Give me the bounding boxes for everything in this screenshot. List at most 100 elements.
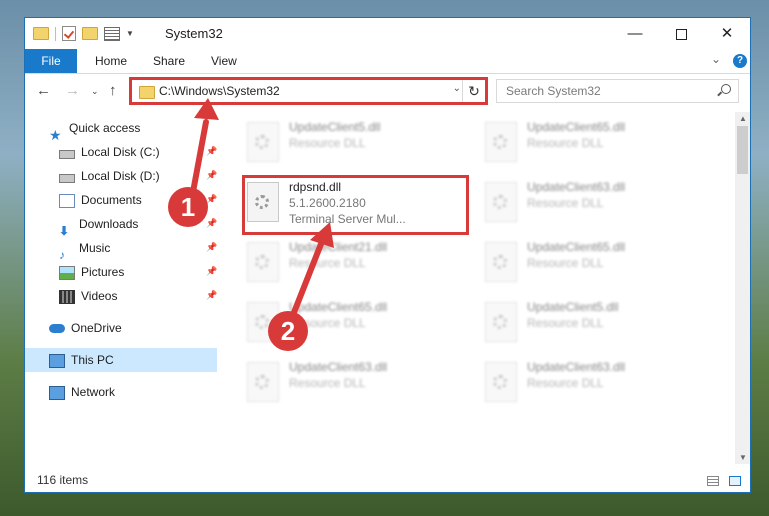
file-name: UpdateClient5.dll xyxy=(527,300,619,314)
forward-button[interactable]: → xyxy=(65,82,80,99)
dll-file-icon xyxy=(485,242,517,282)
onedrive-icon xyxy=(49,324,65,334)
drive-icon xyxy=(59,149,75,159)
item-count: 116 items xyxy=(37,473,89,487)
sidebar-item-label: Local Disk (D:) xyxy=(81,169,160,183)
dll-file-icon xyxy=(485,362,517,402)
file-highlight-box xyxy=(242,175,469,235)
sidebar-item-this-pc[interactable]: This PC xyxy=(25,348,217,372)
back-button[interactable]: ← xyxy=(36,82,51,99)
details-view-icon[interactable] xyxy=(707,476,719,486)
file-name: UpdateClient63.dll xyxy=(289,360,388,374)
dll-file-icon xyxy=(247,242,279,282)
sidebar-item-videos[interactable]: Videos xyxy=(59,284,117,308)
pin-icon[interactable]: 📌 xyxy=(206,266,217,277)
scroll-up-icon[interactable]: ▲ xyxy=(739,114,747,123)
up-button[interactable]: ↑ xyxy=(109,82,117,99)
sidebar-item-music[interactable]: ♪ Music xyxy=(59,236,111,262)
scroll-thumb[interactable] xyxy=(737,126,748,174)
file-type: Resource DLL xyxy=(289,256,366,270)
status-bar: 116 items xyxy=(25,470,750,492)
tiles-view-icon[interactable] xyxy=(729,476,741,486)
file-tile[interactable]: UpdateClient65.dll Resource DLL xyxy=(481,116,711,172)
file-tile[interactable]: UpdateClient63.dll Resource DLL xyxy=(481,176,711,232)
new-folder-icon[interactable] xyxy=(82,27,98,40)
music-icon: ♪ xyxy=(59,247,65,262)
properties-checkmark-icon[interactable] xyxy=(62,26,76,41)
file-type: Resource DLL xyxy=(527,376,604,390)
file-type: Resource DLL xyxy=(527,196,604,210)
customize-toolbar-icon[interactable] xyxy=(104,26,120,41)
file-tile[interactable]: UpdateClient5.dll Resource DLL xyxy=(243,116,473,172)
sidebar-item-label: This PC xyxy=(71,353,114,367)
sidebar-item-documents[interactable]: Documents xyxy=(59,188,142,212)
search-input[interactable]: Search System32 xyxy=(496,79,739,103)
file-tile[interactable]: UpdateClient63.dll Resource DLL xyxy=(243,356,473,412)
sidebar-item-local-disk-c[interactable]: Local Disk (C:) xyxy=(59,140,160,164)
minimize-button[interactable]: — xyxy=(612,18,658,49)
file-list: UpdateClient5.dll Resource DLL UpdateCli… xyxy=(223,112,735,462)
address-highlight-box xyxy=(129,77,488,105)
pin-icon[interactable]: 📌 xyxy=(206,242,217,253)
folder-icon xyxy=(33,27,49,40)
file-type: Resource DLL xyxy=(289,136,366,150)
sidebar-item-pictures[interactable]: Pictures xyxy=(59,260,124,284)
tab-share[interactable]: Share xyxy=(153,49,185,73)
sidebar-item-downloads[interactable]: ⬇ Downloads xyxy=(59,212,139,238)
file-name: UpdateClient63.dll xyxy=(527,360,626,374)
sidebar-item-label: Videos xyxy=(81,289,118,303)
tab-view[interactable]: View xyxy=(211,49,237,73)
sidebar-item-label: Quick access xyxy=(69,121,141,135)
close-button[interactable]: ✕ xyxy=(704,18,750,49)
sidebar-item-label: Network xyxy=(71,385,116,399)
pin-icon[interactable]: 📌 xyxy=(206,290,217,301)
sidebar-item-label: Music xyxy=(79,241,111,255)
file-tile[interactable]: UpdateClient65.dll Resource DLL xyxy=(481,236,711,292)
dll-file-icon xyxy=(485,302,517,342)
tab-file[interactable]: File xyxy=(25,49,77,73)
sidebar-item-label: Downloads xyxy=(79,217,139,231)
file-tile[interactable]: UpdateClient63.dll Resource DLL xyxy=(481,356,711,412)
navigation-bar: ← → ⌄ ↑ C:\Windows\System32 ⌄ ↻ Search S… xyxy=(25,76,750,108)
sidebar-item-local-disk-d[interactable]: Local Disk (D:) xyxy=(59,164,160,188)
maximize-button[interactable] xyxy=(658,18,704,49)
maximize-icon xyxy=(675,28,687,40)
callout-badge-1: 1 xyxy=(168,187,208,227)
videos-icon xyxy=(59,289,75,304)
tab-home[interactable]: Home xyxy=(95,49,127,73)
pc-icon xyxy=(49,353,65,368)
expand-ribbon-icon[interactable]: ⌄ xyxy=(711,52,721,66)
file-tile[interactable]: UpdateClient21.dll Resource DLL xyxy=(243,236,473,292)
title-bar: ▼ System32 — ✕ xyxy=(25,18,750,49)
recent-locations-icon[interactable]: ⌄ xyxy=(91,86,99,97)
pin-icon[interactable]: 📌 xyxy=(206,218,217,229)
drive-icon xyxy=(59,173,75,183)
sidebar-item-label: OneDrive xyxy=(71,321,122,335)
ribbon: File Home Share View ⌄ ? xyxy=(25,49,750,74)
search-placeholder: Search System32 xyxy=(506,84,601,98)
toolbar-separator xyxy=(55,26,56,41)
scroll-down-icon[interactable]: ▼ xyxy=(739,453,747,462)
sidebar-item-quick-access[interactable]: ★ Quick access xyxy=(49,116,141,143)
file-name: UpdateClient5.dll xyxy=(289,120,381,134)
pin-icon[interactable]: 📌 xyxy=(206,146,217,157)
documents-icon xyxy=(59,193,75,208)
sidebar-item-network[interactable]: Network xyxy=(49,380,115,404)
file-type: Resource DLL xyxy=(527,316,604,330)
search-icon[interactable] xyxy=(721,84,731,94)
toolbar-dropdown-icon[interactable]: ▼ xyxy=(126,29,134,38)
sidebar-item-label: Local Disk (C:) xyxy=(81,145,160,159)
quick-access-toolbar: ▼ xyxy=(33,26,134,41)
file-name: UpdateClient63.dll xyxy=(527,180,626,194)
file-name: UpdateClient65.dll xyxy=(527,240,626,254)
dll-file-icon xyxy=(485,182,517,222)
callout-badge-2: 2 xyxy=(268,311,308,351)
file-name: UpdateClient65.dll xyxy=(289,300,388,314)
sidebar-item-label: Documents xyxy=(81,193,142,207)
pin-icon[interactable]: 📌 xyxy=(206,170,217,181)
file-tile[interactable]: UpdateClient5.dll Resource DLL xyxy=(481,296,711,352)
help-icon[interactable]: ? xyxy=(733,54,747,68)
sidebar-item-onedrive[interactable]: OneDrive xyxy=(49,316,122,340)
vertical-scrollbar[interactable]: ▲ ▼ xyxy=(735,112,750,464)
star-icon: ★ xyxy=(49,126,62,143)
